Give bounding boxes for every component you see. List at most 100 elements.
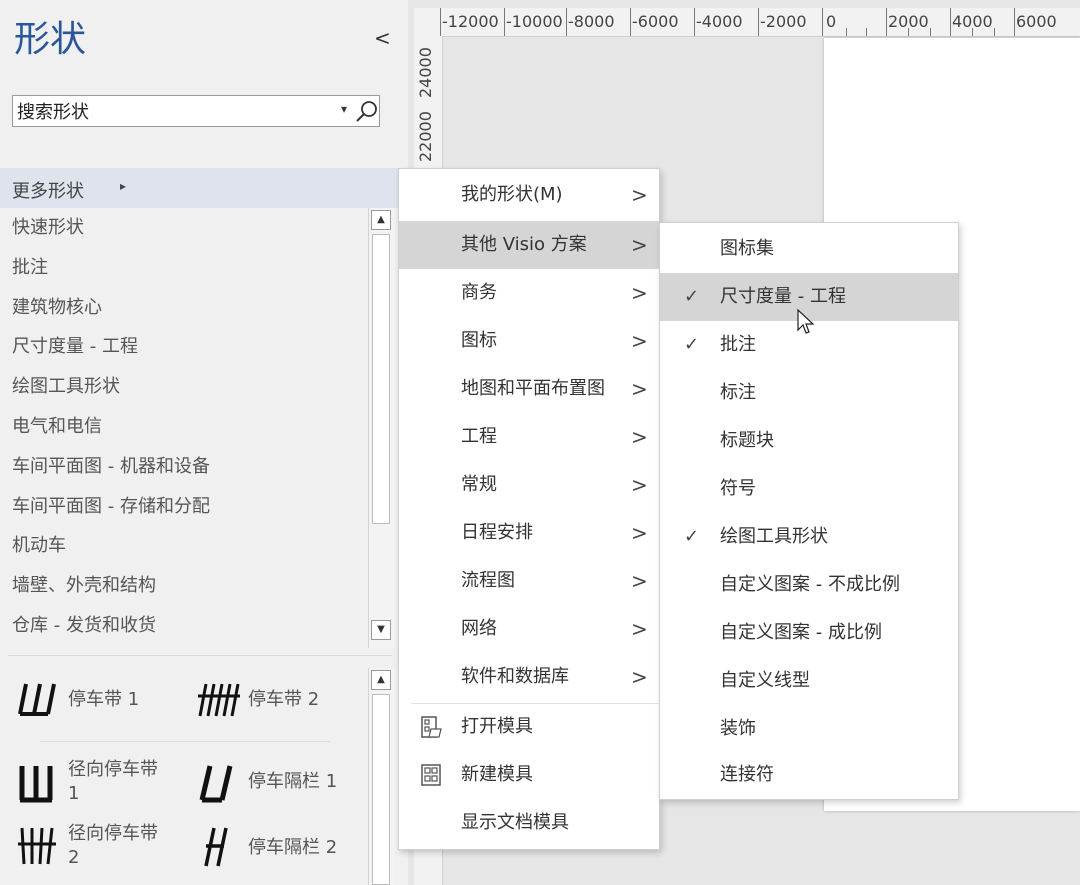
stencil-item[interactable]: 车间平面图 - 存储和分配 (0, 487, 370, 527)
ruler-label: 24000 (416, 47, 435, 98)
checkmark-icon: ✓ (684, 526, 700, 547)
ruler-label: 22000 (416, 111, 435, 162)
menu-item-network[interactable]: 网络 > (399, 605, 659, 653)
scroll-thumb[interactable] (372, 234, 390, 524)
search-dropdown-icon[interactable]: ▾ (341, 102, 347, 116)
chevron-right-icon: > (631, 281, 648, 305)
ruler-label: 0 (826, 12, 837, 31)
stencil-item[interactable]: 仓库 - 发货和收货 (0, 606, 370, 646)
parking-divider-2-icon (204, 827, 228, 867)
parking-divider-1-icon (199, 765, 233, 803)
ruler-corner (414, 8, 442, 36)
shape-label: 径向停车带 2 (68, 823, 158, 868)
shape-label: 停车隔栏 2 (248, 837, 338, 858)
scroll-down-button[interactable]: ▼ (371, 620, 391, 640)
stencil-item[interactable]: 快速形状 (0, 208, 370, 248)
stencil-item[interactable]: 电气和电信 (0, 407, 370, 447)
menu-item-open-stencil[interactable]: 打开模具 (399, 703, 659, 751)
chevron-right-icon: > (631, 425, 648, 449)
menu-item-my-shapes[interactable]: 我的形状(M) > (399, 171, 659, 219)
menu-item-general[interactable]: 常规 > (399, 461, 659, 509)
divider (8, 655, 392, 656)
ruler-label: -6000 (632, 12, 679, 31)
menu-item-schedule[interactable]: 日程安排 > (399, 509, 659, 557)
ruler-label: -2000 (760, 12, 807, 31)
stencil-item[interactable]: 机动车 (0, 526, 370, 566)
chevron-right-icon: > (631, 473, 648, 497)
submenu-item-title-blocks[interactable]: 标题块 (660, 417, 958, 465)
shape-label: 径向停车带 1 (68, 759, 158, 804)
collapse-pane-button[interactable]: < (374, 28, 391, 48)
submenu-item-custom-patterns-scaled[interactable]: 自定义图案 - 成比例 (660, 609, 958, 657)
chevron-right-icon: > (631, 183, 648, 207)
menu-item-show-document-stencil[interactable]: 显示文档模具 (399, 799, 659, 847)
submenu-item-borders-titles[interactable]: 装饰 (660, 705, 958, 753)
stencil-item[interactable]: 绘图工具形状 (0, 367, 370, 407)
submenu-item-custom-patterns-unscaled[interactable]: 自定义图案 - 不成比例 (660, 561, 958, 609)
parking-strip-1-icon (18, 683, 56, 716)
new-stencil-icon (421, 764, 441, 786)
stencil-item[interactable]: 建筑物核心 (0, 288, 370, 328)
menu-item-maps-floorplans[interactable]: 地图和平面布置图 > (399, 365, 659, 413)
shape-tile[interactable]: 径向停车带 2 (14, 820, 184, 876)
ruler-label: -8000 (568, 12, 615, 31)
stencil-list-scrollbar[interactable]: ▲ ▼ (368, 208, 395, 648)
shape-tile[interactable]: 停车带 2 (194, 678, 364, 728)
mouse-cursor-icon (797, 308, 815, 334)
chevron-right-icon: > (631, 665, 648, 689)
chevron-right-icon: > (631, 569, 648, 593)
open-stencil-icon (421, 716, 442, 738)
menu-item-engineering[interactable]: 工程 > (399, 413, 659, 461)
ruler-label: -12000 (442, 12, 499, 31)
shape-label: 停车带 2 (248, 689, 320, 710)
chevron-right-icon: > (631, 521, 648, 545)
more-shapes-label: 更多形状 (12, 181, 84, 202)
radial-parking-strip-1-icon (19, 766, 53, 803)
stencil-item[interactable]: 墙壁、外壳和结构 (0, 566, 370, 606)
chevron-right-icon: > (631, 233, 648, 257)
search-box: ▾ (12, 95, 380, 127)
submenu-item-icon-sets[interactable]: 图标集 (660, 225, 958, 273)
more-shapes-menu: 我的形状(M) > 其他 Visio 方案 > 商务 > 图标 > 地图和平面布… (398, 168, 660, 850)
pane-title: 形状 (14, 19, 87, 60)
menu-item-new-stencil[interactable]: 新建模具 (399, 751, 659, 799)
shape-tile[interactable]: 停车带 1 (14, 678, 184, 728)
submenu-item-connectors[interactable]: 连接符 (660, 751, 958, 799)
horizontal-ruler: -12000 -10000 -8000 -6000 -4000 -2000 0 … (440, 8, 1080, 37)
scroll-up-button[interactable]: ▲ (371, 670, 391, 690)
submenu-item-symbols[interactable]: 符号 (660, 465, 958, 513)
divider (40, 741, 330, 742)
ruler-label: 6000 (1016, 12, 1057, 31)
submenu-item-callouts[interactable]: 标注 (660, 369, 958, 417)
checkmark-icon: ✓ (684, 286, 700, 307)
shape-tile[interactable]: 停车隔栏 2 (194, 820, 364, 876)
menu-item-flowchart[interactable]: 流程图 > (399, 557, 659, 605)
stencil-item[interactable]: 批注 (0, 248, 370, 288)
shape-tile[interactable]: 径向停车带 1 (14, 756, 184, 810)
stencil-item[interactable]: 车间平面图 - 机器和设备 (0, 447, 370, 487)
chevron-right-icon: ▸ (120, 179, 127, 193)
parking-strip-2-icon (198, 683, 240, 717)
shape-label: 停车隔栏 1 (248, 771, 338, 792)
more-shapes-button[interactable]: 更多形状 ▸ (0, 168, 398, 208)
ruler-label: -10000 (506, 12, 563, 31)
chevron-right-icon: > (631, 329, 648, 353)
menu-item-other-visio-solutions[interactable]: 其他 Visio 方案 > (399, 221, 659, 269)
scroll-up-button[interactable]: ▲ (371, 210, 391, 230)
shapes-pane: 形状 < ▾ 更多形状 ▸ 快速形状 批注 建筑物核心 尺寸度量 - 工程 绘图… (0, 0, 408, 885)
scroll-thumb[interactable] (372, 694, 390, 885)
search-icon[interactable] (355, 99, 379, 123)
menu-item-business[interactable]: 商务 > (399, 269, 659, 317)
shape-tile[interactable]: 停车隔栏 1 (194, 756, 364, 810)
submenu-item-custom-line-patterns[interactable]: 自定义线型 (660, 657, 958, 705)
stencil-item[interactable]: 尺寸度量 - 工程 (0, 327, 370, 367)
menu-item-software-database[interactable]: 软件和数据库 > (399, 653, 659, 701)
shapes-scrollbar[interactable]: ▲ (368, 668, 395, 885)
menu-item-icons[interactable]: 图标 > (399, 317, 659, 365)
stencil-list: 快速形状 批注 建筑物核心 尺寸度量 - 工程 绘图工具形状 电气和电信 车间平… (0, 208, 370, 648)
chevron-right-icon: > (631, 617, 648, 641)
search-input[interactable] (17, 96, 317, 126)
radial-parking-strip-2-icon (18, 827, 56, 865)
chevron-right-icon: > (631, 377, 648, 401)
submenu-item-drawing-tool-shapes[interactable]: ✓ 绘图工具形状 (660, 513, 958, 561)
